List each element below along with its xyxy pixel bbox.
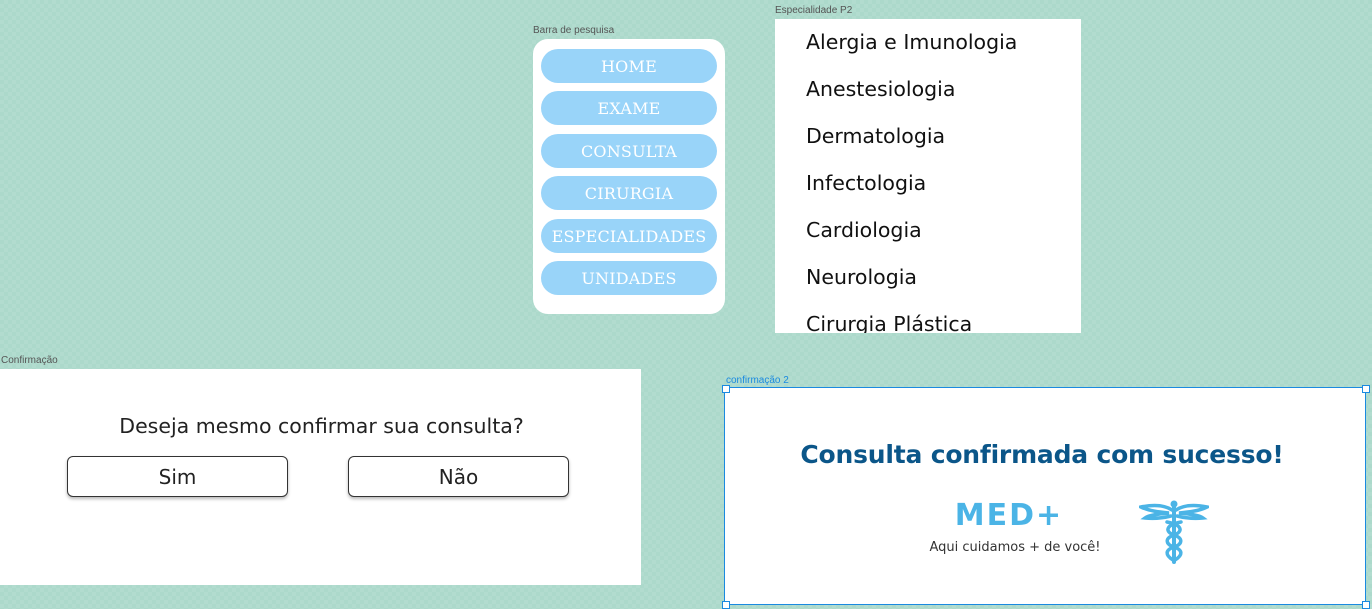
logo-tagline: Aqui cuidamos + de você! [929,540,1101,555]
resize-handle[interactable] [1362,601,1370,609]
specialty-item[interactable]: Dermatologia [806,124,945,148]
nav-button-home[interactable]: HOME [541,49,717,83]
specialty-item[interactable]: Neurologia [806,265,917,289]
specialty-item[interactable]: Alergia e Imunologia [806,30,1017,54]
confirm-yes-button[interactable]: Sim [67,456,288,497]
logo-brand: MED+ [954,498,1064,533]
confirm-dialog: Deseja mesmo confirmar sua consulta? Sim… [0,369,641,585]
frame-label-specialty[interactable]: Especialidade P2 [775,5,852,16]
nav-button-especialidades[interactable]: ESPECIALIDADES [541,219,717,253]
confirm-no-button[interactable]: Não [348,456,569,497]
nav-button-consulta[interactable]: CONSULTA [541,134,717,168]
success-title: Consulta confirmada com sucesso! [800,440,1284,469]
frame-label-confirm2[interactable]: confirmação 2 [726,375,789,386]
resize-handle[interactable] [1362,385,1370,393]
caduceus-icon [1139,500,1209,564]
specialty-item[interactable]: Cirurgia Plástica [806,312,972,333]
frame-label-confirm[interactable]: Confirmação [1,355,58,366]
search-bar-panel: HOME EXAME CONSULTA CIRURGIA ESPECIALIDA… [533,39,725,314]
resize-handle[interactable] [722,601,730,609]
success-dialog[interactable]: Consulta confirmada com sucesso! MED+ Aq… [724,387,1366,605]
frame-label-search-bar[interactable]: Barra de pesquisa [533,25,614,36]
nav-button-cirurgia[interactable]: CIRURGIA [541,176,717,210]
confirm-question: Deseja mesmo confirmar sua consulta? [119,414,524,438]
specialty-item[interactable]: Infectologia [806,171,926,195]
resize-handle[interactable] [722,385,730,393]
specialty-item[interactable]: Cardiologia [806,218,922,242]
nav-button-exame[interactable]: EXAME [541,91,717,125]
nav-button-unidades[interactable]: UNIDADES [541,261,717,295]
specialty-list-panel: Alergia e Imunologia Anestesiologia Derm… [775,19,1081,333]
specialty-item[interactable]: Anestesiologia [806,77,955,101]
